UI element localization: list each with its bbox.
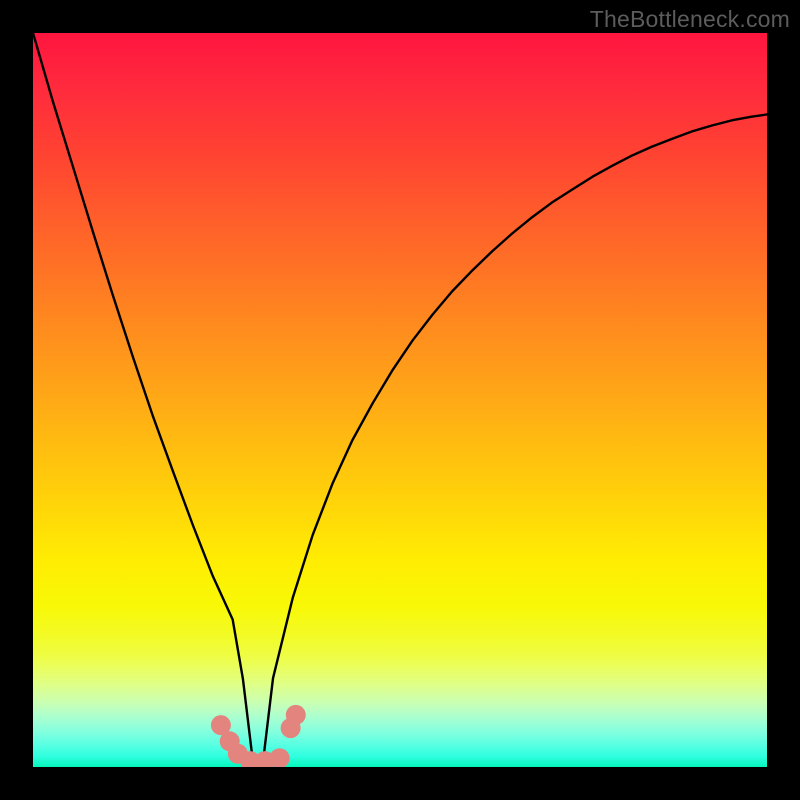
highlight-dot bbox=[270, 748, 290, 767]
chart-frame: TheBottleneck.com bbox=[0, 0, 800, 800]
curve-overlay bbox=[33, 33, 767, 767]
highlight-markers bbox=[211, 705, 306, 767]
highlight-dot bbox=[286, 705, 306, 725]
watermark-text: TheBottleneck.com bbox=[590, 6, 790, 33]
plot-area bbox=[33, 33, 767, 767]
bottleneck-curve bbox=[33, 33, 767, 764]
